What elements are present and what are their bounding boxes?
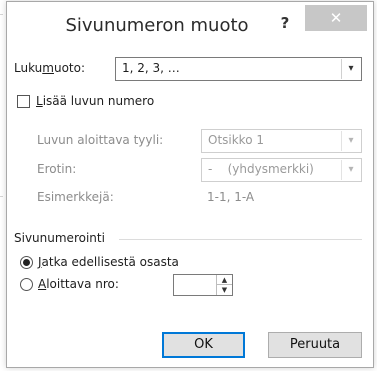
separator-value: - (yhdysmerkki) (208, 162, 314, 176)
chevron-down-icon: ▾ (341, 160, 360, 180)
dialog-titlebar[interactable]: Sivunumeron muoto ? ✕ (7, 2, 373, 48)
arrow-up-icon: ▲ (221, 276, 228, 284)
start-at-spinner[interactable]: ▲ ▼ (173, 274, 233, 296)
dialog-title: Sivunumeron muoto (65, 15, 249, 36)
chevron-down-icon: ▾ (341, 131, 360, 151)
examples-value: 1-1, 1-A (207, 190, 255, 204)
chapter-style-label: Luvun aloittava tyyli: (37, 133, 164, 147)
chapter-style-select[interactable]: Otsikko 1 ▾ (201, 129, 362, 153)
include-chapter-label[interactable]: Lisää luvun numero (36, 94, 154, 108)
number-format-select[interactable]: 1, 2, 3, … ▾ (115, 57, 362, 81)
number-format-value: 1, 2, 3, … (122, 61, 180, 75)
continue-previous-label[interactable]: Jatka edellisestä osasta (38, 255, 179, 269)
background-window-edge (0, 196, 3, 197)
cancel-button[interactable]: Peruuta (268, 332, 362, 358)
number-format-label: Lukumuoto: (14, 61, 86, 75)
radio-selected-dot (23, 259, 30, 266)
ok-button[interactable]: OK (162, 332, 245, 358)
spin-up-button[interactable]: ▲ (217, 275, 232, 285)
include-chapter-checkbox[interactable] (17, 95, 30, 108)
group-divider (119, 239, 362, 240)
separator-select[interactable]: - (yhdysmerkki) ▾ (201, 158, 362, 182)
page-numbering-group-label: Sivunumerointi (14, 231, 105, 245)
help-button[interactable]: ? (271, 12, 299, 34)
separator-label: Erotin: (37, 162, 77, 176)
arrow-down-icon: ▼ (221, 286, 228, 294)
chapter-style-value: Otsikko 1 (208, 133, 264, 147)
continue-previous-radio[interactable] (20, 256, 33, 269)
spin-down-button[interactable]: ▼ (217, 285, 232, 295)
close-button[interactable]: ✕ (305, 5, 367, 31)
background-window-edge (0, 14, 3, 15)
chevron-down-icon: ▾ (341, 59, 360, 79)
page-number-format-dialog: Sivunumeron muoto ? ✕ Lukumuoto: 1, 2, 3… (6, 1, 374, 368)
examples-label: Esimerkkejä: (37, 190, 114, 204)
start-at-radio[interactable] (20, 278, 33, 291)
start-at-label[interactable]: Aloittava nro: (38, 277, 119, 291)
close-icon: ✕ (329, 9, 343, 27)
spinner-buttons: ▲ ▼ (216, 275, 232, 295)
